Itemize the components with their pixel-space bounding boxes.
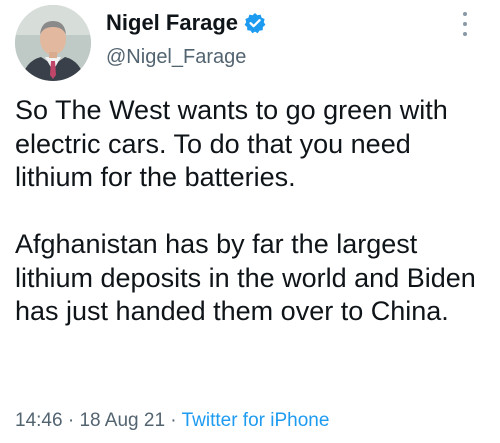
- avatar[interactable]: [15, 5, 91, 81]
- tweet-source-link[interactable]: Twitter for iPhone: [182, 410, 330, 431]
- author-name-row[interactable]: Nigel Farage: [106, 10, 266, 36]
- tweet-time[interactable]: 14:46: [15, 410, 63, 431]
- avatar-portrait: [15, 5, 91, 81]
- more-vertical-icon[interactable]: [458, 10, 472, 38]
- tweet-text: So The West wants to go green with elect…: [15, 94, 490, 329]
- more-dot: [463, 12, 467, 16]
- more-dot: [463, 22, 467, 26]
- meta-separator: ·: [165, 410, 182, 431]
- tweet-card: Nigel Farage @Nigel_Farage So The West w…: [0, 0, 500, 443]
- author-display-name[interactable]: Nigel Farage: [106, 10, 238, 36]
- meta-separator: ·: [62, 410, 80, 431]
- tweet-paragraph: Afghanistan has by far the largest lithi…: [15, 229, 476, 326]
- tweet-date[interactable]: 18 Aug 21: [79, 410, 165, 431]
- more-dot: [463, 32, 467, 36]
- tweet-meta: 14:46 · 18 Aug 21 · Twitter for iPhone: [15, 410, 329, 432]
- verified-badge-icon: [244, 12, 266, 34]
- tweet-paragraph: So The West wants to go green with elect…: [15, 95, 448, 192]
- author-handle[interactable]: @Nigel_Farage: [106, 46, 246, 69]
